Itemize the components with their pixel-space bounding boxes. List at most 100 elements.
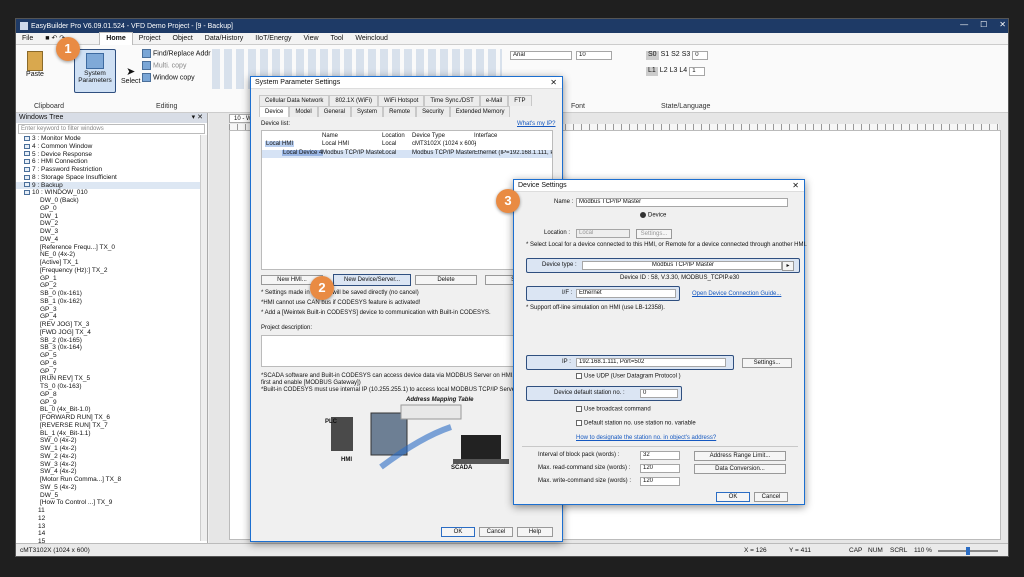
- device-ok-button[interactable]: OK: [716, 492, 750, 502]
- lang-l2-button[interactable]: L2: [660, 67, 668, 76]
- window-tree-item[interactable]: GP_9: [16, 399, 207, 407]
- window-tree-item[interactable]: 12: [16, 515, 207, 523]
- window-tree-item[interactable]: 10 : WINDOW_010: [16, 189, 207, 197]
- window-tree-item[interactable]: 7 : Password Restriction: [16, 166, 207, 174]
- help-button[interactable]: Help: [517, 527, 553, 537]
- window-tree-item[interactable]: GP_7: [16, 368, 207, 376]
- tab-extended-memory[interactable]: Extended Memory: [449, 106, 511, 117]
- menu-weincloud[interactable]: Weincloud: [349, 33, 394, 45]
- tab-email[interactable]: e-Mail: [479, 95, 509, 106]
- tab-cellular[interactable]: Cellular Data Network: [259, 95, 330, 106]
- window-tree-item[interactable]: SW_4 (4x-2): [16, 468, 207, 476]
- window-filter-input[interactable]: Enter keyword to filter windows: [18, 124, 205, 134]
- window-tree-scrollbar[interactable]: [200, 135, 207, 541]
- window-tree-item[interactable]: [REV JOG] TX_3: [16, 321, 207, 329]
- device-connection-guide-link[interactable]: Open Device Connection Guide...: [692, 291, 781, 297]
- table-row[interactable]: Local HMI Local HMI Local cMT3102X (1024…: [262, 141, 552, 149]
- tab-wifi-hotspot[interactable]: WiFi Hotspot: [378, 95, 425, 106]
- default-station-input[interactable]: 0: [640, 389, 678, 398]
- menu-iiot-energy[interactable]: IIoT/Energy: [249, 33, 297, 45]
- tab-remote[interactable]: Remote: [383, 106, 417, 117]
- window-tree-item[interactable]: [Reference Frequ...] TX_0: [16, 244, 207, 252]
- window-tree-item[interactable]: [FWD JOG] TX_4: [16, 329, 207, 337]
- lang-l3-button[interactable]: L3: [670, 67, 678, 76]
- maximize-button[interactable]: ☐: [980, 20, 987, 29]
- font-size-select[interactable]: 10: [576, 51, 612, 60]
- window-tree-item[interactable]: [Motor Run Comma...] TX_8: [16, 476, 207, 484]
- window-tree-item[interactable]: GP_3: [16, 306, 207, 314]
- select-button[interactable]: ➤ Select: [121, 65, 140, 85]
- find-replace-button[interactable]: Find/Replace Addr: [142, 49, 211, 58]
- window-tree-item[interactable]: SB_2 (0x-165): [16, 337, 207, 345]
- station-designate-link[interactable]: How to designate the station no. in obje…: [576, 435, 716, 441]
- window-tree-item[interactable]: SW_0 (4x-2): [16, 437, 207, 445]
- close-icon[interactable]: ✕: [792, 180, 799, 192]
- window-tree-item[interactable]: [RUN REV] TX_5: [16, 375, 207, 383]
- window-tree-item[interactable]: [FORWARD RUN] TX_6: [16, 414, 207, 422]
- close-button[interactable]: ✕: [999, 20, 1006, 29]
- zoom-slider-thumb[interactable]: [966, 547, 970, 555]
- ip-settings-button[interactable]: Settings...: [742, 358, 792, 368]
- window-tree-item[interactable]: SW_3 (4x-2): [16, 461, 207, 469]
- lang-l1-button[interactable]: L1: [646, 67, 658, 76]
- window-tree-item[interactable]: 5 : Device Response: [16, 151, 207, 159]
- window-tree-item[interactable]: 13: [16, 523, 207, 531]
- window-tree-item[interactable]: [Frequency (Hz):] TX_2: [16, 267, 207, 275]
- tab-model[interactable]: Model: [289, 106, 318, 117]
- max-write-select[interactable]: 120: [640, 477, 680, 486]
- window-tree-item[interactable]: GP_5: [16, 352, 207, 360]
- window-tree-item[interactable]: 14: [16, 530, 207, 538]
- new-device-server-button[interactable]: New Device/Server...: [333, 274, 411, 286]
- lang-l4-button[interactable]: L4: [679, 67, 687, 76]
- state-value[interactable]: 0: [692, 51, 709, 60]
- max-read-select[interactable]: 120: [640, 464, 680, 473]
- device-type-expand-button[interactable]: ▸: [782, 261, 794, 271]
- pin-close-icon[interactable]: ▾ ✕: [192, 113, 203, 123]
- device-name-input[interactable]: Modbus TCP/IP Master: [576, 198, 788, 207]
- window-tree-item[interactable]: TS_0 (0x-163): [16, 383, 207, 391]
- state-s1-button[interactable]: S1: [661, 51, 670, 60]
- window-tree-item[interactable]: DW_5: [16, 492, 207, 500]
- location-select[interactable]: Local: [576, 229, 630, 238]
- state-s2-button[interactable]: S2: [671, 51, 680, 60]
- device-type-select[interactable]: Modbus TCP/IP Master: [582, 261, 782, 270]
- window-tree-item[interactable]: 4 : Common Window: [16, 143, 207, 151]
- window-tree-item[interactable]: SW_5 (4x-2): [16, 484, 207, 492]
- window-tree-item[interactable]: SB_1 (0x-162): [16, 298, 207, 306]
- window-tree-item[interactable]: [REVERSE RUN] TX_7: [16, 422, 207, 430]
- location-settings-button[interactable]: Settings...: [636, 229, 672, 239]
- window-tree-item[interactable]: DW_3: [16, 228, 207, 236]
- state-s3-button[interactable]: S3: [682, 51, 691, 60]
- minimize-button[interactable]: —: [960, 20, 968, 29]
- menu-object[interactable]: Object: [167, 33, 199, 45]
- window-tree-item[interactable]: BL_1 (4x_Bit-1.1): [16, 430, 207, 438]
- address-range-limit-button[interactable]: Address Range Limit...: [694, 451, 786, 461]
- cancel-button[interactable]: Cancel: [479, 527, 513, 537]
- tab-8021x[interactable]: 802.1X (WiFi): [329, 95, 379, 106]
- multi-copy-button[interactable]: Multi. copy: [142, 61, 186, 70]
- window-tree-item[interactable]: SW_2 (4x-2): [16, 453, 207, 461]
- window-tree-item[interactable]: GP_2: [16, 282, 207, 290]
- menu-data-history[interactable]: Data/History: [199, 33, 250, 45]
- window-tree-item[interactable]: 3 : Monitor Mode: [16, 135, 207, 143]
- window-tree-item[interactable]: 6 : HMI Connection: [16, 158, 207, 166]
- window-tree-item[interactable]: DW_4: [16, 236, 207, 244]
- tab-time-sync[interactable]: Time Sync./DST: [424, 95, 480, 106]
- tab-ftp[interactable]: FTP: [508, 95, 532, 106]
- window-tree-item[interactable]: DW_0 (Back): [16, 197, 207, 205]
- state-s0-button[interactable]: S0: [646, 51, 659, 60]
- window-tree-item[interactable]: GP_1: [16, 275, 207, 283]
- use-broadcast-checkbox[interactable]: Use broadcast command: [576, 406, 651, 413]
- window-tree-item[interactable]: [How To Control ...] TX_9: [16, 499, 207, 507]
- interval-select[interactable]: 32: [640, 451, 680, 460]
- font-name-select[interactable]: Arial: [510, 51, 572, 60]
- window-tree-item[interactable]: SW_1 (4x-2): [16, 445, 207, 453]
- close-icon[interactable]: ✕: [550, 77, 557, 89]
- window-tree-item[interactable]: NE_0 (4x-2): [16, 251, 207, 259]
- tab-general[interactable]: General: [317, 106, 352, 117]
- project-description-input[interactable]: [261, 335, 553, 367]
- window-tree-item[interactable]: DW_2: [16, 220, 207, 228]
- window-tree-item[interactable]: 11: [16, 507, 207, 515]
- window-tree-item[interactable]: 9 : Backup: [16, 181, 207, 190]
- menu-tool[interactable]: Tool: [325, 33, 350, 45]
